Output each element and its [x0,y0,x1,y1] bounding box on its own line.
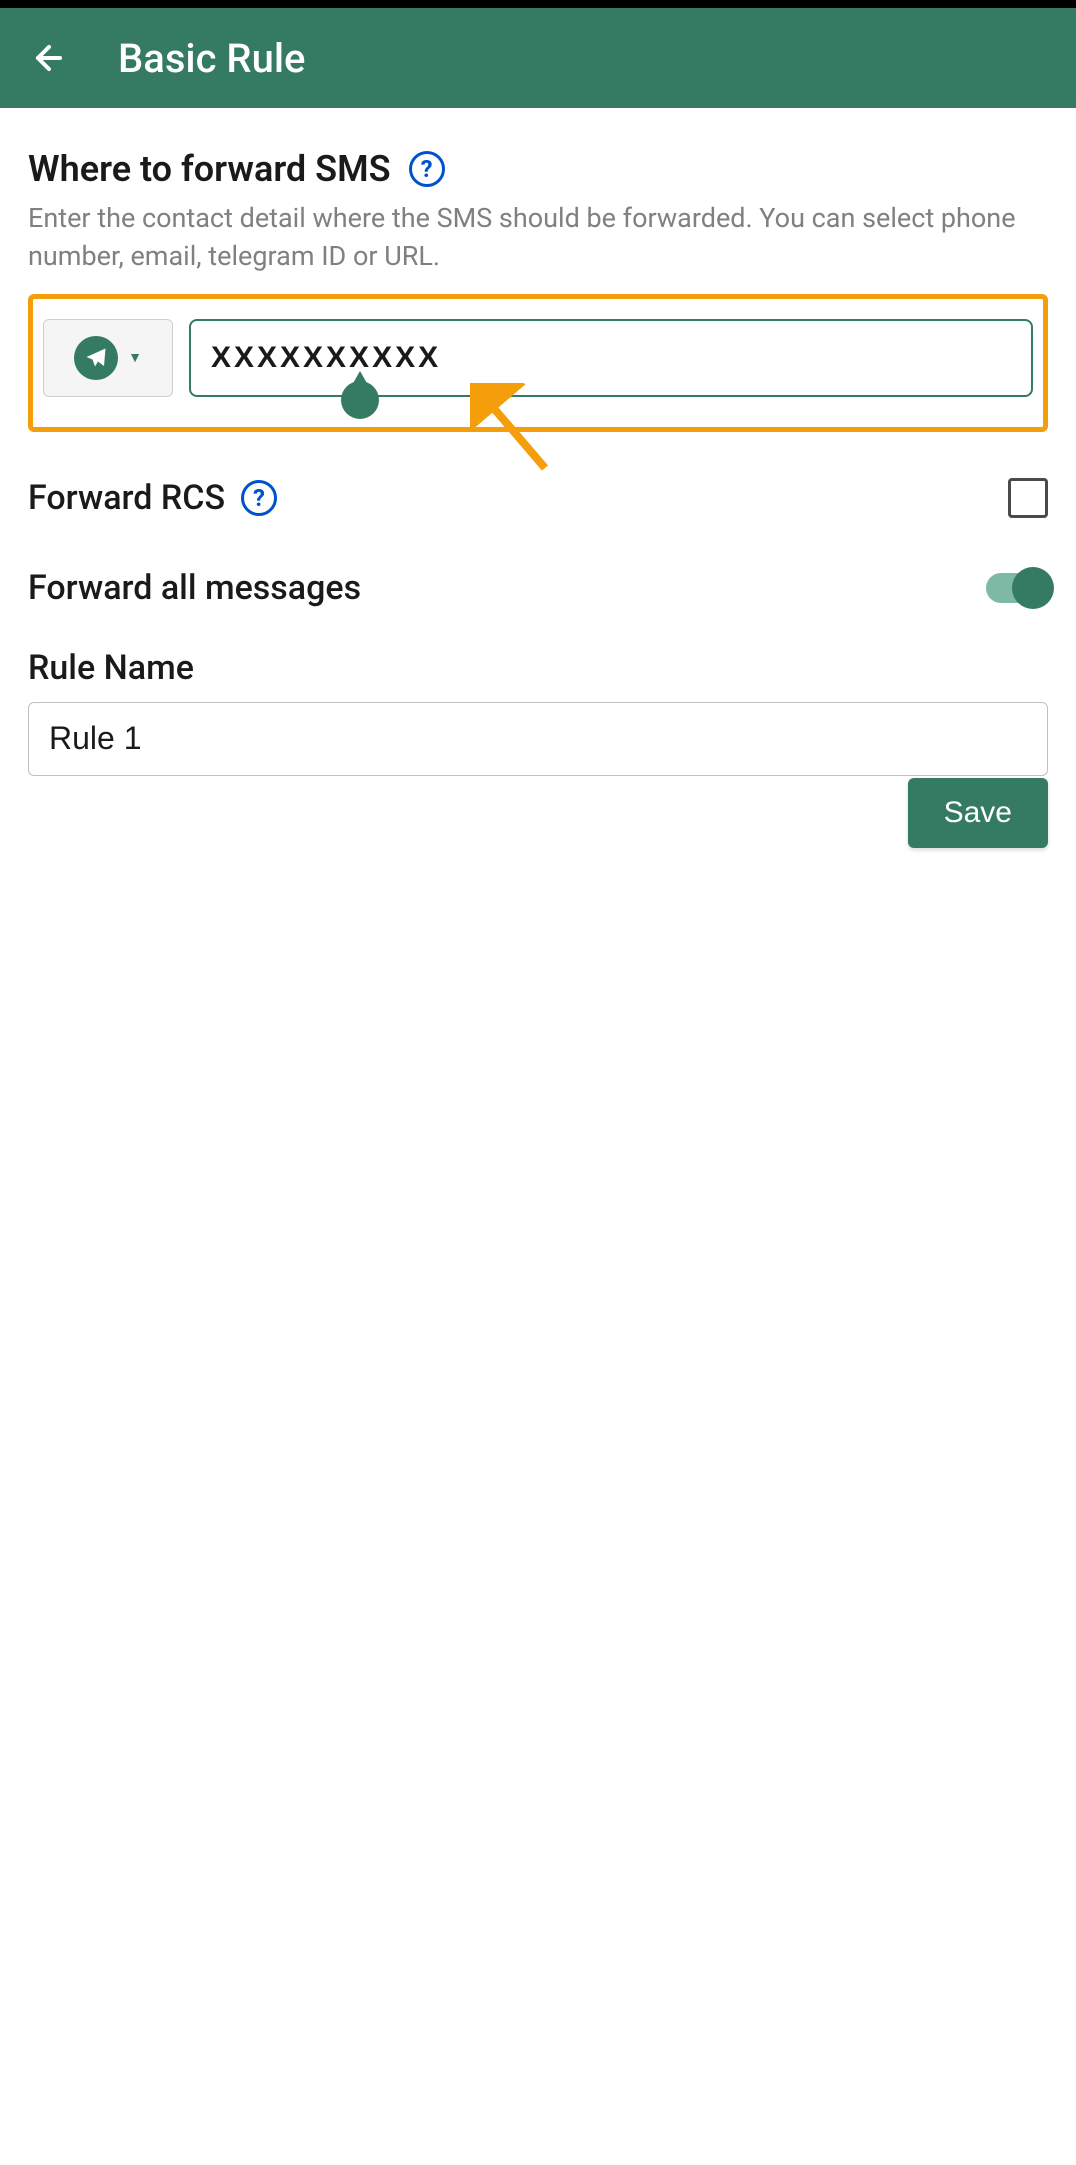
help-icon[interactable]: ? [241,480,277,516]
telegram-icon [74,336,118,380]
chevron-down-icon: ▼ [128,349,142,366]
forward-all-row: Forward all messages [28,568,1048,608]
contact-type-selector[interactable]: ▼ [43,319,173,397]
save-button[interactable]: Save [908,778,1048,848]
forward-all-toggle[interactable] [986,573,1048,603]
forward-rcs-label: Forward RCS ? [28,478,277,518]
app-header: Basic Rule [0,8,1076,108]
back-button[interactable] [30,39,68,77]
forward-section-title: Where to forward SMS ? [28,148,1048,190]
status-bar [0,0,1076,8]
forward-title-text: Where to forward SMS [28,148,391,190]
forward-rcs-row: Forward RCS ? [28,478,1048,518]
forward-subtitle: Enter the contact detail where the SMS s… [28,200,1048,276]
help-icon[interactable]: ? [409,151,445,187]
toggle-knob [1012,567,1054,609]
main-content: Where to forward SMS ? Enter the contact… [0,108,1076,816]
text-cursor-handle[interactable] [341,381,379,419]
page-title: Basic Rule [118,35,305,82]
rule-name-label: Rule Name [28,648,1048,688]
forward-rcs-checkbox[interactable] [1008,478,1048,518]
contact-input-highlight: ▼ [28,294,1048,432]
contact-input[interactable] [189,319,1033,397]
forward-rcs-text: Forward RCS [28,478,225,518]
rule-name-input[interactable] [28,702,1048,776]
forward-all-label: Forward all messages [28,568,361,608]
